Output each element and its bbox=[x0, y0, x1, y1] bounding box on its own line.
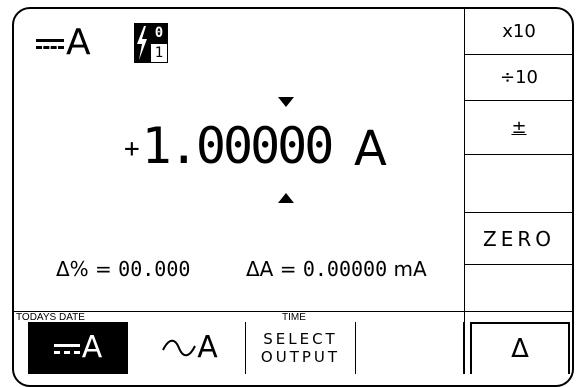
delta-absolute-value: 0.00000 bbox=[302, 257, 388, 281]
softkey-label: ÷10 bbox=[500, 67, 538, 88]
softkey-empty-2[interactable] bbox=[465, 265, 573, 311]
range-digit-bottom: 1 bbox=[150, 43, 168, 63]
softkey-label: ZERO bbox=[483, 226, 555, 251]
softkey-label: ± bbox=[511, 117, 527, 138]
delta-button-label: Δ bbox=[511, 334, 529, 364]
bottom-vertical-divider bbox=[464, 311, 465, 374]
ac-current-button[interactable]: A bbox=[134, 322, 246, 374]
delta-absolute-unit: mA bbox=[387, 257, 427, 281]
range-digit-top: 0 bbox=[150, 23, 168, 43]
reading-sign: + bbox=[124, 134, 140, 164]
bottom-empty-button[interactable] bbox=[356, 322, 464, 374]
reading-value[interactable]: 1.00000 bbox=[142, 117, 335, 175]
cursor-up-icon[interactable] bbox=[278, 97, 294, 107]
dc-button-label: A bbox=[81, 330, 103, 365]
softkey-times-ten[interactable]: x10 bbox=[465, 9, 573, 55]
ac-wave-icon bbox=[162, 339, 197, 357]
output-reading: + 1.00000 bbox=[124, 117, 335, 187]
mode-letter: A bbox=[66, 22, 91, 63]
softkey-plus-minus[interactable]: ± bbox=[465, 101, 573, 155]
range-lightning-icon bbox=[134, 23, 150, 63]
main-display: A 0 1 + 1.00000 A Δ% = 00.000 ΔA = 0.000… bbox=[14, 9, 464, 311]
reading-unit: A bbox=[354, 121, 387, 177]
softkey-label: x10 bbox=[502, 21, 536, 42]
cursor-down-icon[interactable] bbox=[278, 193, 294, 203]
range-indicator: 0 1 bbox=[134, 23, 170, 63]
softkey-empty-1[interactable] bbox=[465, 155, 573, 213]
delta-absolute: ΔA = 0.00000 mA bbox=[246, 257, 427, 281]
delta-percent: Δ% = 00.000 bbox=[56, 257, 190, 281]
dc-current-button[interactable]: A bbox=[28, 322, 128, 374]
select-output-button[interactable]: SELECT OUTPUT bbox=[246, 322, 356, 374]
delta-percent-label: Δ% = bbox=[56, 257, 119, 281]
select-output-line1: SELECT bbox=[263, 330, 338, 348]
softkey-column: x10 ÷10 ± ZERO bbox=[464, 9, 573, 311]
dc-current-icon bbox=[53, 342, 80, 354]
softkey-zero[interactable]: ZERO bbox=[465, 213, 573, 265]
delta-absolute-label: ΔA = bbox=[246, 257, 303, 281]
delta-button[interactable]: Δ bbox=[470, 322, 570, 374]
ac-button-label: A bbox=[197, 330, 218, 365]
mode-indicator: A bbox=[36, 21, 91, 65]
softkey-divide-ten[interactable]: ÷10 bbox=[465, 55, 573, 101]
delta-percent-value: 00.000 bbox=[118, 257, 191, 281]
dc-current-icon bbox=[36, 37, 64, 49]
select-output-line2: OUTPUT bbox=[260, 348, 341, 366]
